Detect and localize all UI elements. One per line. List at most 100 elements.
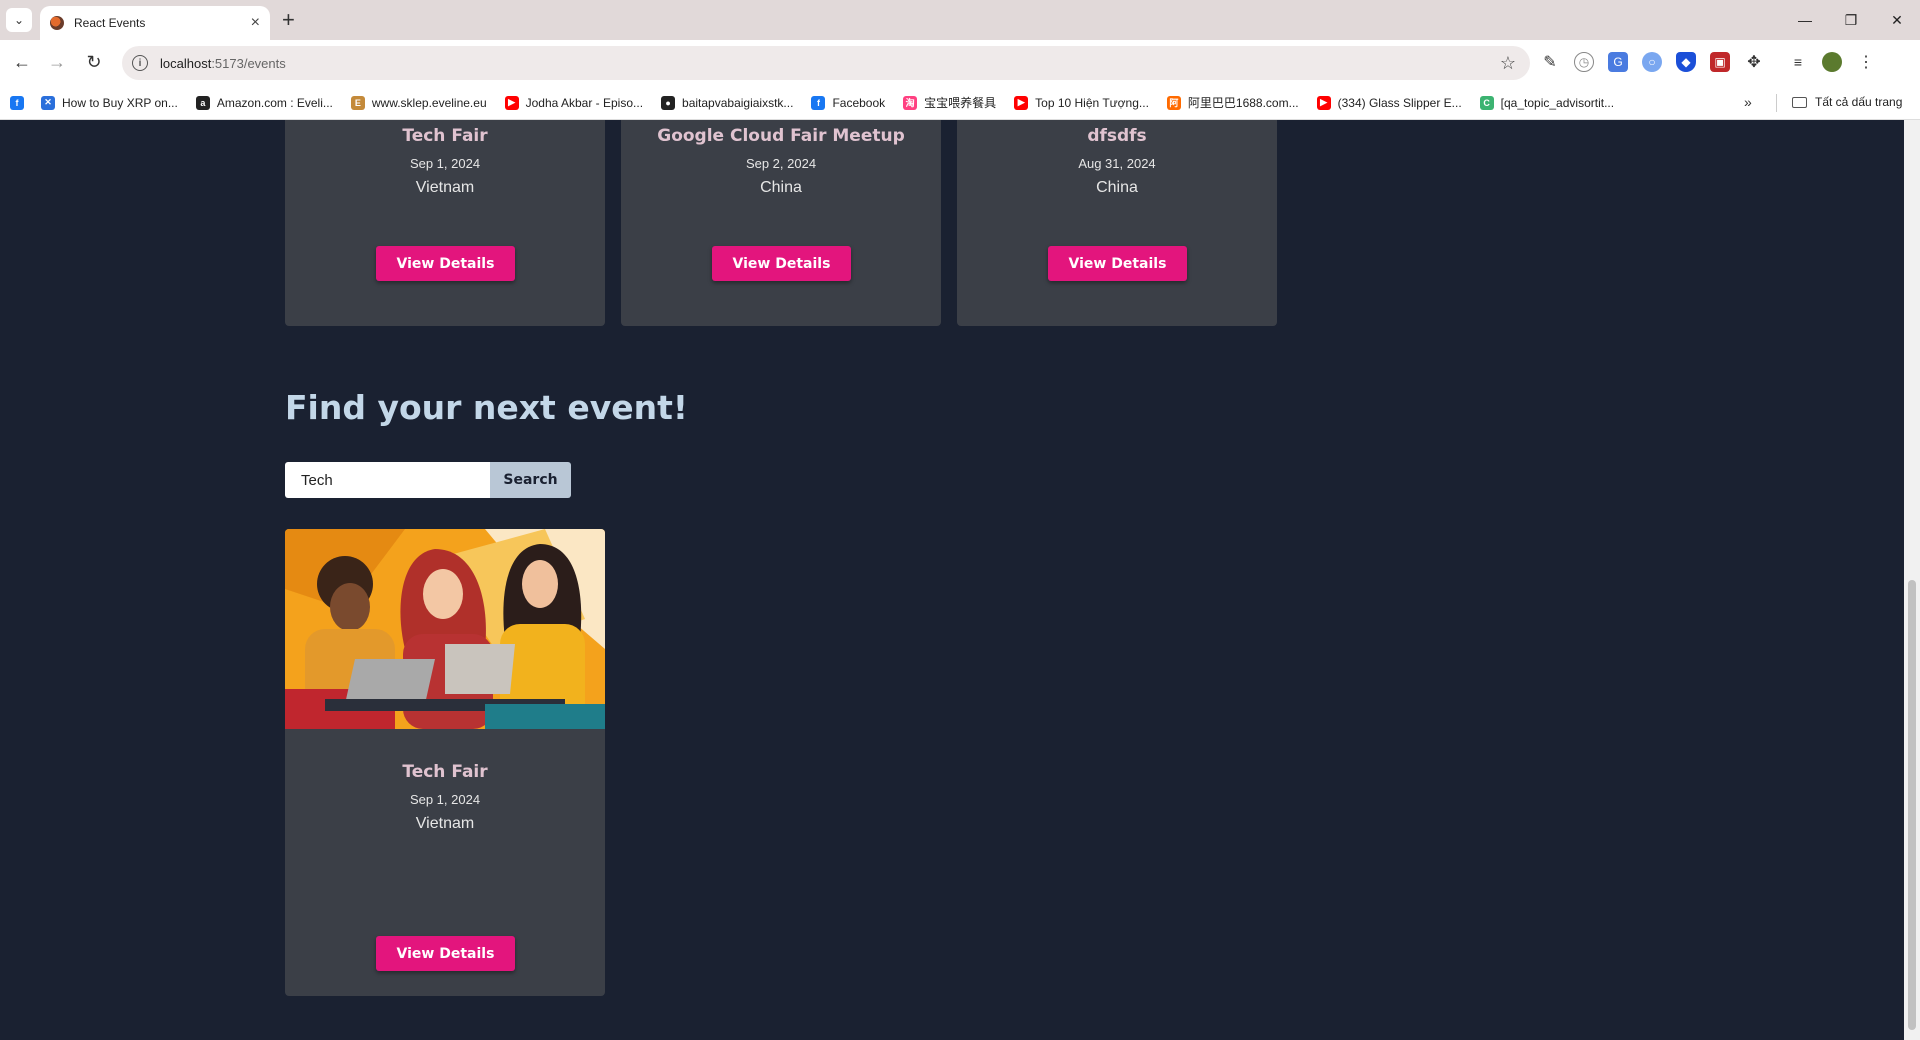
bookmark-item[interactable]: f Facebook	[811, 95, 886, 110]
view-details-button[interactable]: View Details	[1048, 246, 1187, 281]
translate-icon[interactable]: G	[1608, 52, 1628, 72]
folder-icon	[1792, 96, 1807, 108]
address-bar[interactable]: i localhost:5173/events ☆	[122, 46, 1530, 80]
tab-search-icon[interactable]: ⌄	[6, 8, 32, 32]
search-input[interactable]	[285, 462, 490, 498]
event-date: Sep 1, 2024	[409, 156, 481, 171]
event-card: Google Cloud Fair Meetup Sep 2, 2024 Chi…	[621, 120, 941, 326]
bookmark-item[interactable]: f	[10, 95, 31, 110]
window-controls: — ❐ ✕	[1782, 0, 1920, 40]
search-button[interactable]: Search	[490, 462, 571, 498]
view-details-button[interactable]: View Details	[376, 936, 515, 971]
bookmark-item[interactable]: ● baitapvabaigiaixstk...	[661, 95, 794, 110]
lens-icon[interactable]: ○	[1642, 52, 1662, 72]
browser-tab-strip: ⌄ React Events × + — ❐ ✕	[0, 0, 1920, 40]
bookmark-label: Amazon.com : Eveli...	[216, 95, 333, 110]
react-favicon-icon	[50, 16, 64, 30]
close-window-icon[interactable]: ✕	[1874, 0, 1920, 40]
event-date: Sep 1, 2024	[409, 792, 481, 807]
event-date: Aug 31, 2024	[1078, 156, 1156, 171]
alibaba-icon: 阿	[1166, 95, 1181, 110]
events-page: Tech Fair Sep 1, 2024 Vietnam View Detai…	[0, 120, 1904, 1040]
view-details-button[interactable]: View Details	[376, 246, 515, 281]
bookmark-label: 宝宝喂养餐具	[924, 96, 997, 110]
restore-icon[interactable]: ❐	[1828, 0, 1874, 40]
site-info-icon[interactable]: i	[132, 55, 148, 71]
compass-icon[interactable]: ◷	[1574, 52, 1594, 72]
bookmark-star-icon[interactable]: ☆	[1500, 53, 1516, 74]
event-location: Vietnam	[415, 179, 475, 196]
bookmark-label: baitapvabaigiaixstk...	[682, 95, 794, 110]
scrollbar-thumb[interactable]	[1908, 580, 1916, 1030]
browser-toolbar: ← → ↻ i localhost:5173/events ☆ ✎ ◷ G ○ …	[0, 40, 1920, 86]
bookmark-label: 阿里巴巴1688.com...	[1187, 96, 1299, 110]
event-card: Tech Fair Sep 1, 2024 Vietnam View Detai…	[285, 529, 605, 996]
forward-arrow-icon[interactable]: →	[45, 52, 69, 73]
new-tab-icon[interactable]: +	[282, 8, 295, 32]
cx-icon: C	[1479, 95, 1494, 110]
youtube-icon: ▶	[504, 95, 519, 110]
bookmark-label: www.sklep.eveline.eu	[371, 95, 487, 110]
xrp-icon: ✕	[41, 95, 55, 110]
search-form: Search	[285, 462, 571, 498]
all-bookmarks-label: Tất cả dấu trang	[1815, 95, 1903, 109]
bookmark-label: (334) Glass Slipper E...	[1337, 95, 1462, 110]
url-host: localhost	[160, 55, 212, 71]
media-queue-icon[interactable]: ≡	[1788, 52, 1808, 72]
youtube-icon: ▶	[1014, 95, 1029, 110]
back-arrow-icon[interactable]: ←	[10, 52, 34, 73]
bookmark-label: How to Buy XRP on...	[62, 95, 178, 110]
bookmark-item[interactable]: ✕ How to Buy XRP on...	[41, 95, 178, 110]
profile-avatar[interactable]	[1822, 52, 1842, 72]
globe-icon: ●	[661, 95, 676, 110]
extensions-row: ✎ ◷ G ○ ◆ ▣ ✥ ≡ ⋮	[1540, 52, 1876, 72]
bookmark-item[interactable]: a Amazon.com : Eveli...	[195, 95, 333, 110]
url-text[interactable]: localhost:5173/events	[160, 56, 1500, 71]
event-card: Tech Fair Sep 1, 2024 Vietnam View Detai…	[285, 120, 605, 326]
bookmark-item[interactable]: Ewww.sklep.eveline.eu	[350, 95, 487, 110]
event-title: Tech Fair	[402, 126, 488, 146]
bookmark-label: Facebook	[832, 95, 886, 110]
bookmark-item[interactable]: ▶ Top 10 Hiện Tượng...	[1014, 95, 1149, 110]
event-date: Sep 2, 2024	[745, 156, 817, 171]
bookmarks-divider	[1776, 94, 1777, 112]
event-title: Google Cloud Fair Meetup	[657, 126, 905, 146]
close-tab-icon[interactable]: ×	[251, 14, 260, 32]
bookmark-label: Jodha Akbar - Episo...	[525, 95, 644, 110]
page-scrollbar[interactable]	[1904, 120, 1920, 1040]
event-card: dfsdfs Aug 31, 2024 China View Details	[957, 120, 1277, 326]
puzzle-icon[interactable]: ✥	[1744, 52, 1764, 72]
bookmark-item[interactable]: C [qa_topic_advisortit...	[1479, 95, 1615, 110]
event-location: Vietnam	[415, 815, 475, 832]
amazon-icon: a	[195, 95, 210, 110]
more-bookmarks-icon[interactable]: »	[1744, 94, 1752, 110]
event-title: Tech Fair	[402, 762, 488, 782]
bookmark-item[interactable]: ▶ (334) Glass Slipper E...	[1316, 95, 1462, 110]
taobao-icon: 淘	[903, 95, 918, 110]
youtube-icon: ▶	[1316, 95, 1331, 110]
browser-tab[interactable]: React Events ×	[40, 6, 270, 40]
tab-title: React Events	[74, 16, 146, 30]
event-image	[285, 529, 605, 729]
bookmark-item[interactable]: 淘宝宝喂养餐具	[903, 94, 996, 111]
shield-icon[interactable]: ◆	[1676, 52, 1696, 72]
facebook-icon: f	[811, 95, 826, 110]
url-path: :5173/events	[211, 55, 286, 71]
bookmark-label: [qa_topic_advisortit...	[1500, 95, 1615, 110]
eyedropper-icon[interactable]: ✎	[1540, 52, 1560, 72]
bookmark-item[interactable]: 阿阿里巴巴1688.com...	[1166, 94, 1299, 111]
bookmark-item[interactable]: ▶ Jodha Akbar - Episo...	[504, 95, 644, 110]
all-bookmarks-button[interactable]: Tất cả dấu trang	[1792, 95, 1902, 109]
reload-icon[interactable]: ↻	[82, 52, 106, 73]
event-title: dfsdfs	[1087, 126, 1147, 146]
eveline-icon: E	[350, 95, 365, 110]
section-heading: Find your next event!	[285, 388, 688, 427]
event-location: China	[760, 179, 802, 196]
minimize-icon[interactable]: —	[1782, 0, 1828, 40]
view-details-button[interactable]: View Details	[712, 246, 851, 281]
menu-dots-icon[interactable]: ⋮	[1856, 52, 1876, 72]
bookmarks-bar: f ✕ How to Buy XRP on... a Amazon.com : Evel…	[0, 86, 1920, 120]
event-location: China	[1096, 179, 1138, 196]
red-extension-icon[interactable]: ▣	[1710, 52, 1730, 72]
facebook-icon: f	[10, 95, 24, 110]
